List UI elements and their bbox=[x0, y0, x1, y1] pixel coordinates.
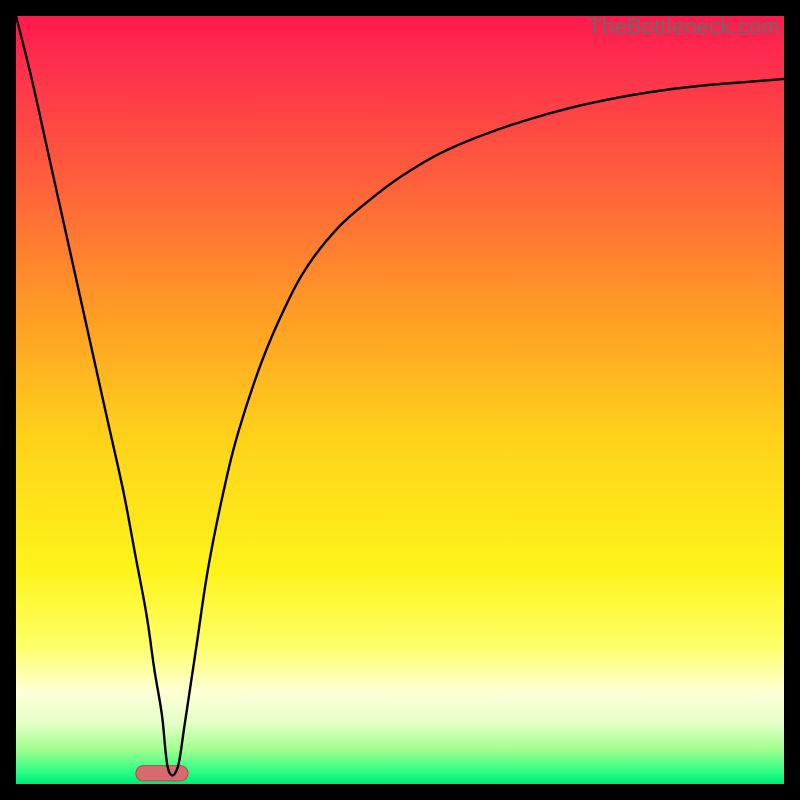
chart-frame: TheBottleneck.com bbox=[0, 0, 800, 800]
optimal-point-marker bbox=[136, 766, 188, 781]
optimal-marker bbox=[136, 766, 188, 781]
chart-svg bbox=[16, 16, 784, 784]
gradient-background bbox=[16, 16, 784, 784]
plot-area bbox=[16, 16, 784, 784]
watermark-text: TheBottleneck.com bbox=[588, 14, 780, 40]
